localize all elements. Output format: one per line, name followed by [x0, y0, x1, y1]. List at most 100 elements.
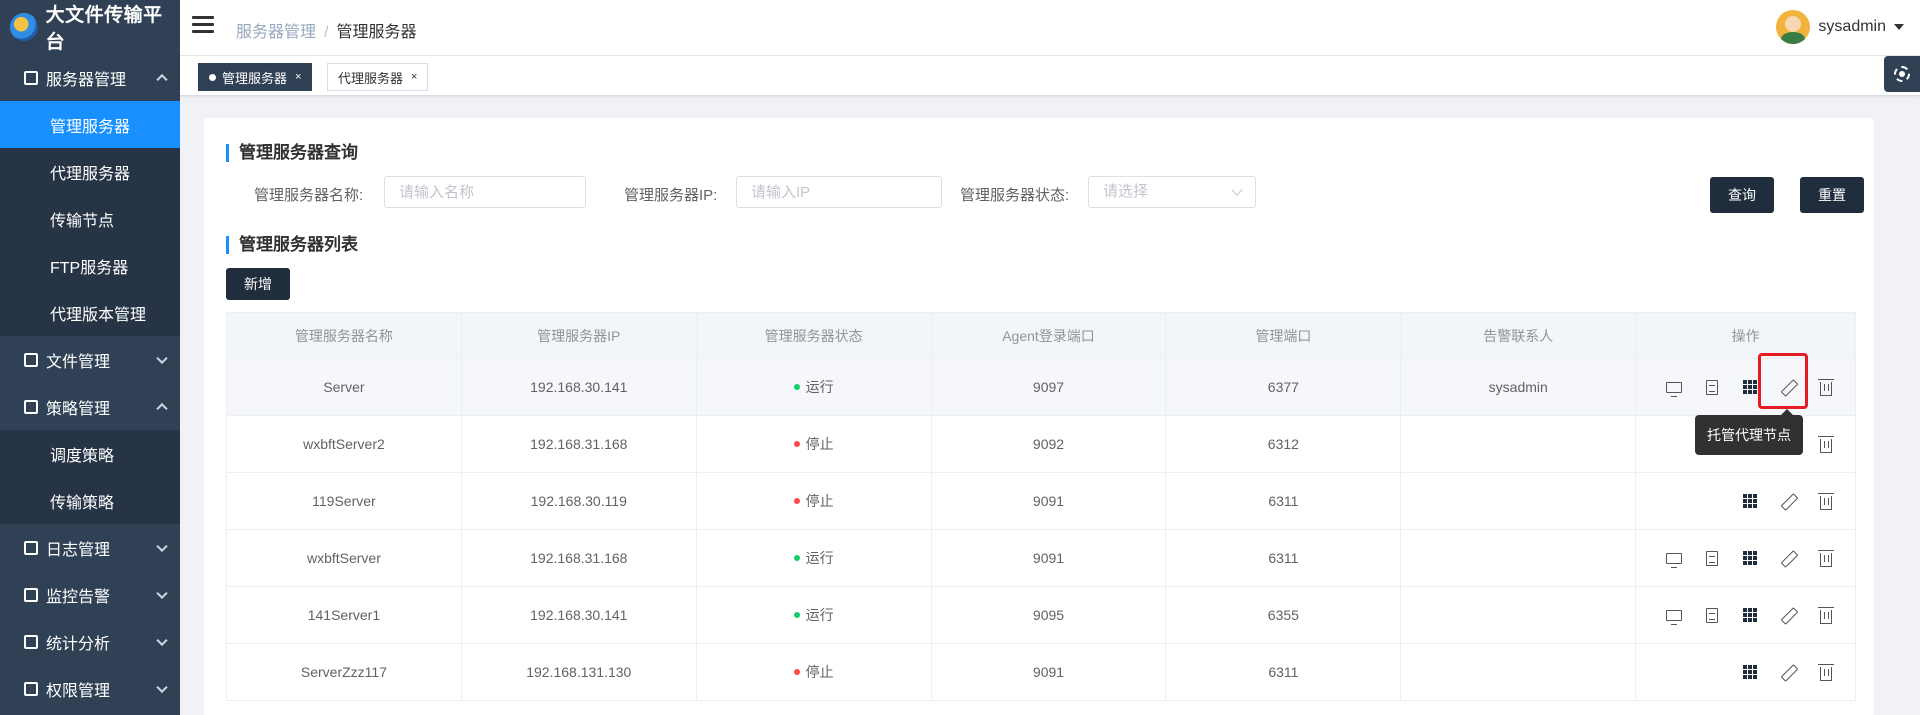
- menu-policy-management[interactable]: 策略管理: [0, 383, 180, 430]
- status-dot: [793, 498, 800, 504]
- managed-proxy-node-icon[interactable]: [1731, 545, 1769, 571]
- sidebar-item-ftp-server[interactable]: FTP服务器: [0, 242, 180, 289]
- cell-contact: [1401, 530, 1637, 586]
- status-dot: [793, 441, 800, 447]
- status-dot: [793, 384, 800, 390]
- cell-ip: 192.168.30.141: [462, 587, 697, 643]
- sidebar-item-management-server[interactable]: 管理服务器: [0, 101, 180, 148]
- cell-name: wxbftServer2: [227, 416, 462, 472]
- menu-permission[interactable]: 权限管理: [0, 665, 180, 712]
- list-section-title: 管理服务器列表: [226, 236, 358, 254]
- chevron-down-icon: [156, 352, 168, 364]
- status-select[interactable]: 请选择: [1088, 176, 1256, 208]
- edit-icon[interactable]: [1769, 374, 1807, 400]
- status-text: 停止: [805, 493, 834, 509]
- chevron-down-icon: [156, 681, 168, 693]
- edit-icon[interactable]: [1769, 545, 1807, 571]
- close-icon[interactable]: ×: [411, 71, 417, 83]
- cell-ip: 192.168.31.168: [462, 530, 697, 586]
- menu-file-management[interactable]: 文件管理: [0, 336, 180, 383]
- cell-agent-port: 9095: [932, 587, 1167, 643]
- cell-agent-port: 9091: [932, 644, 1167, 700]
- delete-icon[interactable]: [1807, 602, 1845, 628]
- close-icon[interactable]: ×: [295, 71, 301, 83]
- avatar: [1776, 10, 1811, 44]
- user-menu[interactable]: sysadmin: [1776, 10, 1904, 44]
- breadcrumb-item[interactable]: 服务器管理: [236, 24, 316, 41]
- sidebar-item-transfer-policy[interactable]: 传输策略: [0, 477, 180, 524]
- delete-icon[interactable]: [1807, 488, 1845, 514]
- menu-statistics[interactable]: 统计分析: [0, 618, 180, 665]
- monitor-alarm-icon: [24, 587, 38, 602]
- status-dot: [793, 669, 800, 675]
- menu-server-management[interactable]: 服务器管理: [0, 54, 180, 101]
- tab-management-server[interactable]: 管理服务器 ×: [198, 63, 313, 91]
- top-header: 服务器管理 / 管理服务器 sysadmin: [180, 0, 1920, 56]
- hamburger-menu-icon[interactable]: [192, 16, 214, 34]
- sidebar-item-proxy-version[interactable]: 代理版本管理: [0, 289, 180, 336]
- search-button[interactable]: 查询: [1710, 177, 1774, 213]
- cell-contact: [1401, 473, 1637, 529]
- document-icon[interactable]: [1693, 374, 1731, 400]
- reset-button[interactable]: 重置: [1800, 177, 1864, 213]
- monitor-icon[interactable]: [1655, 545, 1693, 571]
- cell-mgmt-port: 6312: [1166, 416, 1402, 472]
- gear-icon: [1894, 66, 1910, 82]
- cell-actions: [1636, 530, 1857, 586]
- managed-proxy-node-icon[interactable]: [1731, 374, 1769, 400]
- sidebar: 大文件传输平台 服务器管理 管理服务器 代理服务器 传输节点 FTP服务器 代理…: [0, 0, 180, 715]
- delete-icon[interactable]: [1807, 431, 1845, 457]
- tab-label: 代理服务器: [338, 70, 404, 86]
- chevron-down-icon: [156, 634, 168, 646]
- delete-icon[interactable]: [1807, 374, 1845, 400]
- sidebar-item-transfer-node[interactable]: 传输节点: [0, 195, 180, 242]
- cell-status: 停止: [697, 473, 932, 529]
- sidebar-item-proxy-server[interactable]: 代理服务器: [0, 148, 180, 195]
- col-header: 操作: [1636, 313, 1857, 358]
- cell-name: ServerZzz117: [227, 644, 462, 700]
- logo-icon: [10, 13, 38, 41]
- delete-icon[interactable]: [1807, 545, 1845, 571]
- ip-input[interactable]: [736, 176, 942, 208]
- cell-actions: [1636, 587, 1857, 643]
- cell-agent-port: 9091: [932, 473, 1167, 529]
- tab-proxy-server[interactable]: 代理服务器 ×: [327, 63, 429, 91]
- menu-monitor-alarm[interactable]: 监控告警: [0, 571, 180, 618]
- cube-icon: [24, 70, 38, 85]
- add-button[interactable]: 新增: [226, 268, 290, 300]
- cell-name: wxbftServer: [227, 530, 462, 586]
- ip-label: 管理服务器IP:: [624, 187, 718, 204]
- delete-icon[interactable]: [1807, 659, 1845, 685]
- managed-proxy-node-icon[interactable]: [1731, 602, 1769, 628]
- breadcrumb-separator: /: [324, 24, 329, 41]
- document-icon[interactable]: [1693, 602, 1731, 628]
- sidebar-item-schedule-policy[interactable]: 调度策略: [0, 430, 180, 477]
- cell-status: 运行: [697, 587, 932, 643]
- status-text: 运行: [805, 379, 834, 395]
- settings-button[interactable]: [1884, 56, 1920, 92]
- cell-agent-port: 9097: [932, 359, 1167, 415]
- menu-log-management[interactable]: 日志管理: [0, 524, 180, 571]
- policy-icon: [24, 399, 38, 414]
- table-row: Server 192.168.30.141 运行 9097 6377 sysadmin: [227, 359, 1857, 416]
- edit-icon[interactable]: [1769, 488, 1807, 514]
- table-row: wxbftServer 192.168.31.168 运行 9091 6311: [227, 530, 1857, 587]
- app-logo: 大文件传输平台: [0, 0, 180, 54]
- app-title: 大文件传输平台: [45, 5, 163, 53]
- table-row: wxbftServer2 192.168.31.168 停止 9092 6312: [227, 416, 1857, 473]
- document-icon[interactable]: [1693, 545, 1731, 571]
- cell-name: Server: [227, 359, 462, 415]
- name-input[interactable]: [384, 176, 586, 208]
- edit-icon[interactable]: [1769, 659, 1807, 685]
- managed-proxy-node-icon[interactable]: [1731, 659, 1769, 685]
- cell-contact: [1401, 644, 1637, 700]
- monitor-icon[interactable]: [1655, 602, 1693, 628]
- monitor-icon[interactable]: [1655, 374, 1693, 400]
- cell-status: 停止: [697, 416, 932, 472]
- managed-proxy-node-icon[interactable]: [1731, 488, 1769, 514]
- edit-icon[interactable]: [1769, 602, 1807, 628]
- permission-icon: [24, 681, 38, 696]
- menu-label: 策略管理: [46, 400, 111, 418]
- cell-mgmt-port: 6311: [1166, 473, 1402, 529]
- cell-mgmt-port: 6311: [1166, 530, 1402, 586]
